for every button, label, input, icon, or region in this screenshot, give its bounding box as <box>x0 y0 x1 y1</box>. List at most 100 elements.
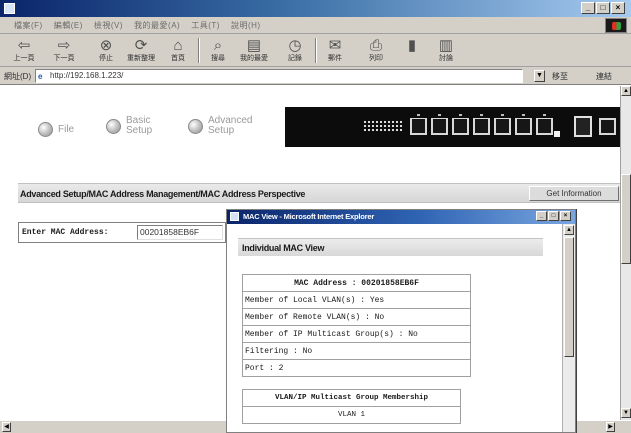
switch-port <box>473 118 490 135</box>
port-led <box>522 114 525 116</box>
popup-content: Individual MAC View MAC Address : 002018… <box>229 224 562 432</box>
uplink-port <box>574 116 592 137</box>
home-button[interactable]: ⌂ 首頁 <box>164 36 192 65</box>
popup-vertical-scrollbar[interactable]: ▲ <box>562 224 575 432</box>
nav-advanced-setup[interactable]: Advanced Setup <box>188 116 266 136</box>
table-row: Member of Local VLAN(s) : Yes <box>242 291 471 309</box>
menu-help[interactable]: 說明(H) <box>231 20 261 31</box>
address-bar: 網址(D) e http://192.168.1.223/ ▼ 移至 連結 <box>0 67 631 85</box>
print-button[interactable]: ⎙ 列印 <box>362 36 390 65</box>
discuss-icon: ▥ <box>438 37 454 54</box>
ie-app-icon <box>4 3 15 14</box>
search-button[interactable]: ⌕ 搜尋 <box>204 36 232 65</box>
menu-bar: 檔案(F) 編輯(E) 檢視(V) 我的最愛(A) 工具(T) 說明(H) <box>0 17 631 34</box>
switch-front-panel-image <box>285 107 620 147</box>
menu-favorites[interactable]: 我的最愛(A) <box>134 20 180 31</box>
address-label: 網址(D) <box>4 72 32 81</box>
mail-button[interactable]: ✉ 郵件 <box>321 36 349 65</box>
links-button[interactable]: 連結 <box>596 71 612 82</box>
mac-entry-form: Enter MAC Address: 00201858EB6F <box>18 222 226 243</box>
browser-toolbar: ⇦ 上一頁 ⇨ 下一頁 ⊗ 停止 ⟳ 重新整理 ⌂ 首頁 ⌕ 搜尋 ▤ 我的最愛 ◷ 記錄 ✉ 郵… <box>0 34 631 67</box>
mac-view-popup-window: MAC View - Microsoft Internet Explorer _… <box>226 209 576 433</box>
refresh-button[interactable]: ⟳ 重新整理 <box>127 36 155 65</box>
popup-titlebar: MAC View - Microsoft Internet Explorer _… <box>227 210 575 224</box>
edit-icon: ▮ <box>407 37 417 54</box>
forward-arrow-icon: ⇨ <box>57 37 71 54</box>
scroll-up-button[interactable]: ▲ <box>621 86 631 96</box>
section-header-bar: Advanced Setup/MAC Address Management/MA… <box>18 183 620 203</box>
page-vertical-scrollbar[interactable]: ▲ ▼ <box>620 86 631 420</box>
remote-vlan-row: Member of Remote VLAN(s) : No <box>242 308 471 326</box>
section-title: Individual MAC View <box>242 243 325 253</box>
maximize-button[interactable]: □ <box>596 2 610 14</box>
menu-tools[interactable]: 工具(T) <box>191 20 220 31</box>
port-led <box>480 114 483 116</box>
switch-port <box>410 118 427 135</box>
toolbar-separator <box>315 38 317 63</box>
close-button[interactable]: × <box>611 2 625 14</box>
menu-view[interactable]: 檢視(V) <box>94 20 123 31</box>
favorites-button[interactable]: ▤ 我的最愛 <box>240 36 268 65</box>
history-button[interactable]: ◷ 記錄 <box>281 36 309 65</box>
search-icon: ⌕ <box>213 37 223 54</box>
scroll-down-button[interactable]: ▼ <box>621 408 631 418</box>
table-row: Member of IP Multicast Group(s) : No <box>242 325 471 343</box>
individual-mac-view-header: Individual MAC View <box>238 238 543 256</box>
port-led <box>543 114 546 116</box>
print-icon: ⎙ <box>369 37 382 54</box>
popup-title: MAC View - Microsoft Internet Explorer <box>243 212 375 221</box>
home-icon: ⌂ <box>173 37 183 54</box>
minimize-button[interactable]: _ <box>581 2 595 14</box>
page-icon: e <box>38 72 43 81</box>
address-url: http://192.168.1.223/ <box>50 71 124 80</box>
table-row: MAC Address : 00201858EB6F <box>242 274 471 292</box>
address-input[interactable]: e http://192.168.1.223/ <box>35 69 523 83</box>
local-vlan-row: Member of Local VLAN(s) : Yes <box>242 291 471 309</box>
multicast-membership-table: VLAN/IP Multicast Group Membership VLAN … <box>242 389 461 424</box>
mac-address-header: MAC Address : 00201858EB6F <box>242 274 471 292</box>
menu-file[interactable]: 檔案(F) <box>14 20 43 31</box>
nav-basic-setup[interactable]: Basic Setup <box>106 116 160 136</box>
mac-info-table: MAC Address : 00201858EB6F Member of Loc… <box>242 274 471 377</box>
table-row: VLAN 1 <box>242 406 461 424</box>
scroll-thumb[interactable] <box>621 174 631 264</box>
forward-button[interactable]: ⇨ 下一頁 <box>50 36 78 65</box>
edit-button[interactable]: ▮ <box>398 36 426 65</box>
mac-entry-label: Enter MAC Address: <box>22 228 109 237</box>
window-controls: _ □ × <box>581 2 625 14</box>
windows-logo-throbber <box>605 18 627 33</box>
table-row: Filtering : No <box>242 342 471 360</box>
address-dropdown-button[interactable]: ▼ <box>534 70 545 82</box>
back-arrow-icon: ⇦ <box>17 37 31 54</box>
popup-maximize-button[interactable]: □ <box>548 211 559 221</box>
ie-page-icon <box>230 212 239 221</box>
switch-port <box>452 118 469 135</box>
table-row: Port : 2 <box>242 359 471 377</box>
stop-button[interactable]: ⊗ 停止 <box>92 36 120 65</box>
favorites-icon: ▤ <box>246 37 262 54</box>
mail-icon: ✉ <box>328 37 342 54</box>
switch-port <box>431 118 448 135</box>
popup-scroll-thumb[interactable] <box>564 237 574 357</box>
multicast-header: VLAN/IP Multicast Group Membership <box>242 389 461 407</box>
port-led <box>459 114 462 116</box>
popup-close-button[interactable]: × <box>560 211 571 221</box>
popup-minimize-button[interactable]: _ <box>536 211 547 221</box>
scroll-right-button[interactable]: ▶ <box>606 422 615 432</box>
nav-file[interactable]: File <box>38 122 74 137</box>
mac-address-input[interactable]: 00201858EB6F <box>137 225 223 240</box>
discuss-button[interactable]: ▥ 討論 <box>432 36 460 65</box>
toolbar-separator <box>198 38 200 63</box>
ip-multicast-row: Member of IP Multicast Group(s) : No <box>242 325 471 343</box>
page-title: Advanced Setup/MAC Address Management/MA… <box>20 189 306 199</box>
popup-scroll-up-button[interactable]: ▲ <box>564 225 574 235</box>
scroll-left-button[interactable]: ◀ <box>2 422 11 432</box>
back-button[interactable]: ⇦ 上一頁 <box>10 36 38 65</box>
vlan-cell: VLAN 1 <box>242 406 461 424</box>
go-button[interactable]: 移至 <box>552 71 568 82</box>
menu-edit[interactable]: 編輯(E) <box>54 20 83 31</box>
switch-port <box>536 118 553 135</box>
nav-bullet-icon <box>38 122 53 137</box>
switch-port <box>515 118 532 135</box>
get-information-button[interactable]: Get Information <box>529 186 619 201</box>
